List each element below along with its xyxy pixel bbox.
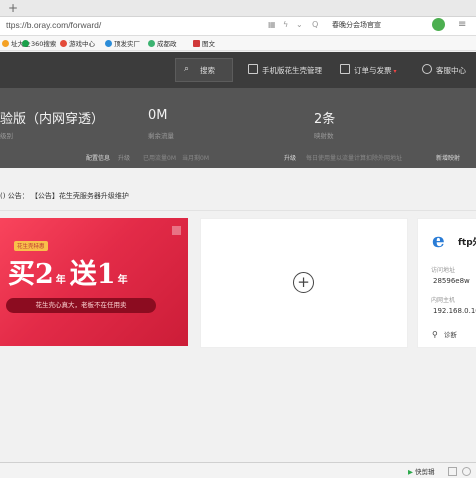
promo-banner[interactable]: 花生壳特惠 买2 年送1 年 花生壳心真大，老板不在任用卖 (0, 218, 188, 346)
ftp-mapping-card[interactable]: e ftp外 访问地址 28596e8w 内网主机 192.168.0.10 ⚲… (417, 218, 476, 348)
bookmark-label: 成都政 (157, 40, 177, 48)
tray-icon[interactable] (448, 467, 457, 476)
nav-orders-invoices[interactable]: 订单与发票 ▾ (340, 64, 397, 76)
site-header: ⌕ 搜索 手机版花生壳管理 订单与发票 ▾ 客服中心 (0, 52, 476, 88)
mappings-label: 映射数 (314, 132, 334, 140)
dropdown-marker-icon: ▾ (393, 68, 397, 75)
notice-label: 公告： (7, 192, 29, 200)
bookmark-label: 360搜索 (31, 40, 57, 48)
search-engine-icon[interactable]: Q (312, 20, 318, 29)
access-address-label: 访问地址 (431, 267, 456, 274)
nav-label: 客服中心 (436, 66, 466, 75)
lightning-icon[interactable]: ϟ (283, 20, 288, 29)
bookmark-item[interactable]: 图文 (193, 38, 215, 48)
promo-get-number: 1 (96, 259, 116, 290)
header-search-button[interactable]: ⌕ 搜索 (175, 58, 233, 82)
bookmark-icon (193, 40, 200, 47)
config-info-link[interactable]: 配置信息 (86, 153, 110, 162)
quick-clip-label: 快剪辑 (415, 468, 435, 476)
url-field[interactable]: ttps://b.oray.com/forward/ (6, 20, 101, 30)
diagnose-button[interactable]: ⚲ 诊断 (432, 329, 457, 339)
bookmark-item[interactable]: 成都政 (148, 38, 177, 48)
mapping-title: ftp外 (458, 238, 476, 248)
bookmark-label: 游戏中心 (69, 40, 95, 48)
new-tab-button[interactable]: + (8, 0, 18, 16)
bookmark-icon (105, 40, 112, 47)
divider (0, 210, 476, 211)
mapping-note-text: 每日使用量以流量计算扣除外网地址 (306, 155, 403, 162)
bookmark-icon (148, 40, 155, 47)
bookmark-icon (2, 40, 9, 47)
plan-label: 级别 (0, 132, 13, 140)
ie-logo-icon: e (432, 228, 445, 252)
address-bar: ttps://b.oray.com/forward/ ▦ ϟ ⌄ Q 春晚分会场… (0, 17, 476, 36)
bookmark-icon (60, 40, 67, 47)
nav-label: 手机版花生壳管理 (262, 66, 322, 75)
promo-slogan: 花生壳心真大，老板不在任用卖 (6, 298, 156, 313)
notice-link[interactable]: 【公告】花生壳服务器升级维护 (31, 192, 129, 200)
headset-icon (422, 64, 432, 74)
traffic-used-text: 已用流量0M (143, 155, 176, 162)
notice-prefix: () (0, 192, 6, 200)
corner-icon (172, 226, 181, 235)
promo-headline: 买2 年送1 年 (8, 252, 132, 291)
promo-unit: 年 (117, 275, 128, 286)
plus-circle-icon[interactable]: + (293, 272, 314, 293)
search-go-icon[interactable] (432, 18, 445, 31)
promo-unit: 年 (55, 275, 66, 286)
bookmark-icon (22, 40, 29, 47)
phone-icon (248, 64, 258, 74)
intranet-host-value: 192.168.0.10 (433, 307, 476, 315)
bookmark-bar: 址大全 360搜索 游戏中心 顶发实厂 成都政 图文 (0, 36, 476, 51)
bookmark-label: 图文 (202, 40, 215, 48)
browser-menu-icon[interactable]: ≡ (458, 19, 466, 30)
nav-label: 订单与发票 (354, 66, 392, 75)
search-icon: ⌕ (184, 64, 190, 74)
intranet-host-label: 内网主机 (431, 297, 456, 304)
traffic-label: 剩余流量 (148, 132, 174, 140)
bookmark-label: 顶发实厂 (114, 40, 140, 48)
nav-customer-service[interactable]: 客服中心 (422, 64, 466, 76)
diagnose-icon: ⚲ (432, 330, 438, 339)
account-stats-panel: 验版（内网穿透） 级别 0M 剩余流量 2条 映射数 配置信息 升级 已用流量0… (0, 88, 476, 168)
browser-search-input[interactable]: 春晚分会场官宣 (332, 20, 442, 32)
plan-value: 验版（内网穿透） (0, 112, 105, 127)
mappings-value: 2条 (314, 112, 336, 127)
upgrade-link[interactable]: 升级 (118, 153, 130, 162)
browser-tab-bar: + (0, 0, 476, 17)
chevron-down-icon[interactable]: ⌄ (296, 20, 303, 29)
promo-badge: 花生壳特惠 (14, 241, 48, 251)
add-mapping-link[interactable]: 新增映射 (436, 153, 460, 162)
bookmark-item[interactable]: 360搜索 (22, 38, 56, 48)
bookmark-item[interactable]: 顶发实厂 (105, 38, 140, 48)
promo-get: 送 (69, 259, 97, 290)
quick-clip-button[interactable]: ▶ 快剪辑 (408, 466, 435, 476)
promo-buy: 买 (8, 259, 35, 290)
upgrade-link-2[interactable]: 升级 (284, 153, 296, 162)
promo-buy-number: 2 (35, 259, 54, 290)
bookmark-item[interactable]: 游戏中心 (60, 38, 95, 48)
tray-icon[interactable] (462, 467, 471, 476)
traffic-value: 0M (148, 108, 168, 123)
announcement-bar: () 公告： 【公告】花生壳服务器升级维护 (0, 191, 476, 205)
grid-icon[interactable]: ▦ (268, 20, 276, 29)
browser-status-bar: ▶ 快剪辑 (0, 462, 476, 478)
traffic-remaining-text: 当月剩0M (182, 155, 209, 162)
document-icon (340, 64, 350, 74)
header-search-label: 搜索 (200, 66, 215, 75)
access-address-value[interactable]: 28596e8w (433, 277, 470, 285)
nav-mobile-manage[interactable]: 手机版花生壳管理 (248, 64, 322, 76)
add-mapping-card[interactable]: + (200, 218, 408, 348)
play-icon: ▶ (408, 468, 413, 476)
diagnose-label: 诊断 (443, 331, 457, 339)
